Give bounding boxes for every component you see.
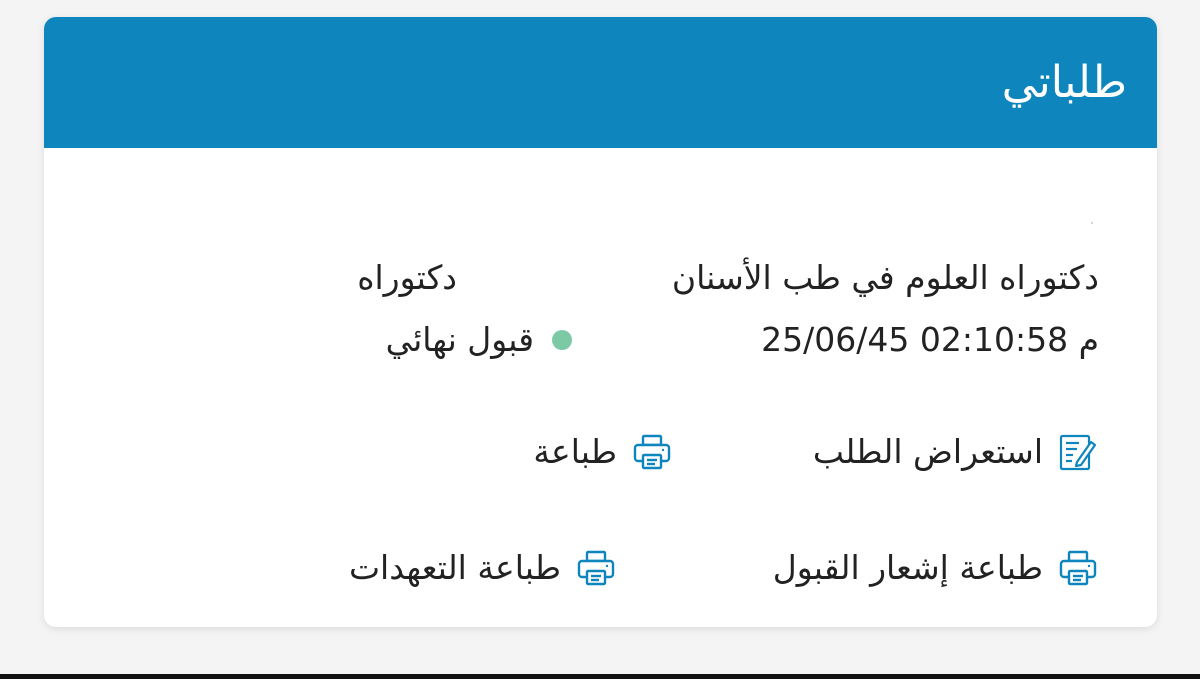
program-name: دكتوراه العلوم في طب الأسنان xyxy=(671,258,1099,297)
print-pledges-label: طباعة التعهدات xyxy=(348,548,561,587)
status-dot-icon xyxy=(552,330,572,350)
print-link[interactable]: طباعة xyxy=(533,430,673,474)
view-request-label: استعراض الطلب xyxy=(812,432,1043,471)
printer-icon xyxy=(1059,550,1097,586)
request-datetime: 25/06/45 02:10:58 م xyxy=(761,320,1099,359)
status-label: قبول نهائي xyxy=(385,320,534,359)
bottom-divider xyxy=(0,674,1200,679)
printer-icon xyxy=(633,434,671,470)
degree-type: دكتوراه xyxy=(357,258,457,297)
request-status: قبول نهائي xyxy=(386,318,572,362)
edit-document-icon xyxy=(1059,434,1097,471)
print-acceptance-link[interactable]: طباعة إشعار القبول xyxy=(773,546,1099,590)
view-request-link[interactable]: استعراض الطلب xyxy=(813,430,1099,474)
print-pledges-link[interactable]: طباعة التعهدات xyxy=(349,546,617,590)
request-item: دكتوراه العلوم في طب الأسنان دكتوراه 25/… xyxy=(44,148,1157,627)
my-requests-card: طلباتي دكتوراه العلوم في طب الأسنان دكتو… xyxy=(44,17,1157,627)
print-acceptance-label: طباعة إشعار القبول xyxy=(772,548,1043,587)
decorative-dot xyxy=(1091,222,1093,224)
page-title: طلباتي xyxy=(1001,57,1127,108)
card-header: طلباتي xyxy=(44,17,1157,148)
printer-icon xyxy=(577,550,615,586)
print-label: طباعة xyxy=(533,432,617,471)
